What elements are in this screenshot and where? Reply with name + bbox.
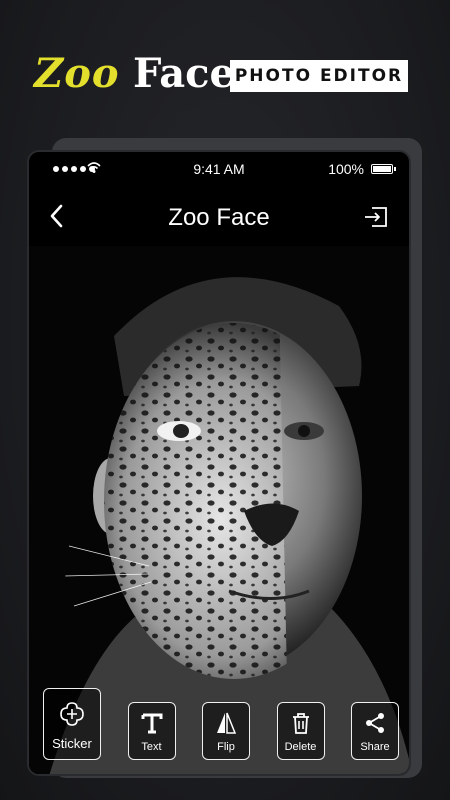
battery-icon [371,164,396,174]
sticker-add-icon [60,702,84,726]
flip-label: Flip [217,741,235,753]
share-button[interactable]: Share [351,702,399,760]
share-icon [366,713,384,733]
battery-percent: 100% [328,161,364,177]
flip-icon [217,712,237,734]
page-title: Zoo Face [168,204,270,231]
status-bar: 9:41 AM 100% [29,152,409,186]
trash-icon [292,713,309,734]
sticker-label: Sticker [52,736,92,751]
brand-zoo-text: Zoo [34,50,120,97]
text-label: Text [141,741,162,753]
edit-toolbar: Sticker Text Flip Delete Share [43,686,399,760]
flip-button[interactable]: Flip [202,702,250,760]
nav-bar: Zoo Face [29,186,409,246]
text-button[interactable]: Text [127,702,176,760]
brand-face-text: Face [133,50,235,97]
promo-header: Zoo Face PHOTO EDITOR [0,40,450,110]
exit-icon[interactable] [363,206,389,228]
delete-button[interactable]: Delete [276,702,325,760]
delete-label: Delete [284,741,317,753]
edited-photo[interactable]: Sticker Text Flip Delete Share [29,246,409,774]
tagline-badge: PHOTO EDITOR [230,60,408,92]
text-icon [141,713,162,734]
sticker-button[interactable]: Sticker [43,688,101,760]
share-label: Share [360,741,390,753]
phone-mockup: 9:41 AM 100% Zoo Face Sticker Text Flip … [27,150,411,776]
